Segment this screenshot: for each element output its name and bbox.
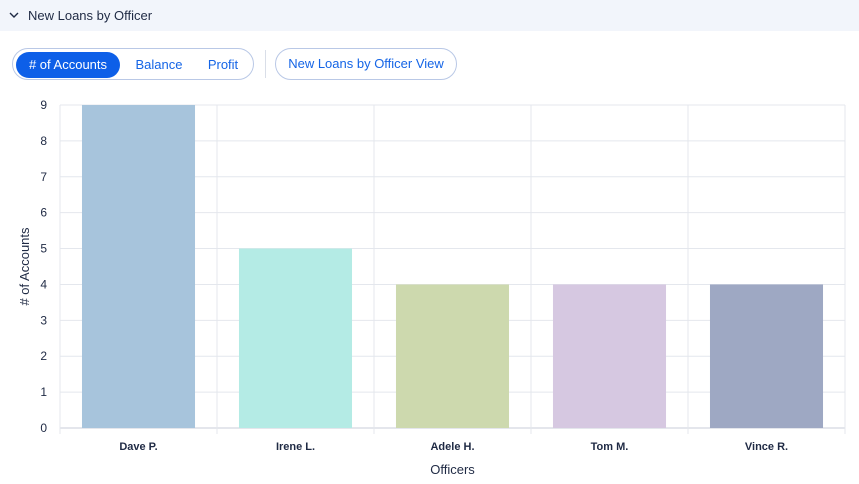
tab-balance[interactable]: Balance [123, 52, 195, 78]
x-tick-label: Tom M. [591, 441, 629, 453]
bar [395, 284, 510, 428]
x-tick-label: Dave P. [119, 441, 157, 453]
y-tick-label: 1 [40, 385, 47, 399]
x-tick-label: Vince R. [745, 441, 788, 453]
y-axis-title: # of Accounts [17, 227, 32, 306]
y-tick-label: 9 [40, 98, 47, 112]
y-tick-label: 7 [40, 170, 47, 184]
officer-view-button[interactable]: New Loans by Officer View [275, 48, 457, 80]
bar [552, 284, 667, 428]
section-title: New Loans by Officer [28, 8, 153, 23]
bar-chart: 0 1 2 3 4 5 6 7 8 9 Dave P. Irene L. Adele H. Tom M. V… [17, 98, 846, 477]
y-tick-label: 4 [40, 277, 47, 291]
y-tick-label: 8 [40, 134, 47, 148]
y-tick-label: 6 [40, 206, 47, 220]
bar [709, 284, 824, 428]
y-tick-label: 0 [40, 421, 47, 435]
metric-toggle: # of Accounts Balance Profit [12, 48, 254, 80]
x-axis-title: Officers [430, 462, 475, 477]
section-header[interactable]: New Loans by Officer [0, 0, 859, 31]
tab-profit[interactable]: Profit [197, 52, 249, 78]
toolbar-divider [265, 50, 266, 78]
chevron-down-icon[interactable] [8, 9, 20, 21]
tab-num-accounts[interactable]: # of Accounts [16, 52, 120, 78]
bar [238, 248, 353, 428]
y-tick-label: 2 [40, 349, 47, 363]
y-tick-label: 5 [40, 242, 47, 256]
bar [81, 105, 196, 428]
x-tick-label: Adele H. [430, 441, 474, 453]
x-tick-label: Irene L. [276, 441, 315, 453]
y-tick-label: 3 [40, 313, 47, 327]
